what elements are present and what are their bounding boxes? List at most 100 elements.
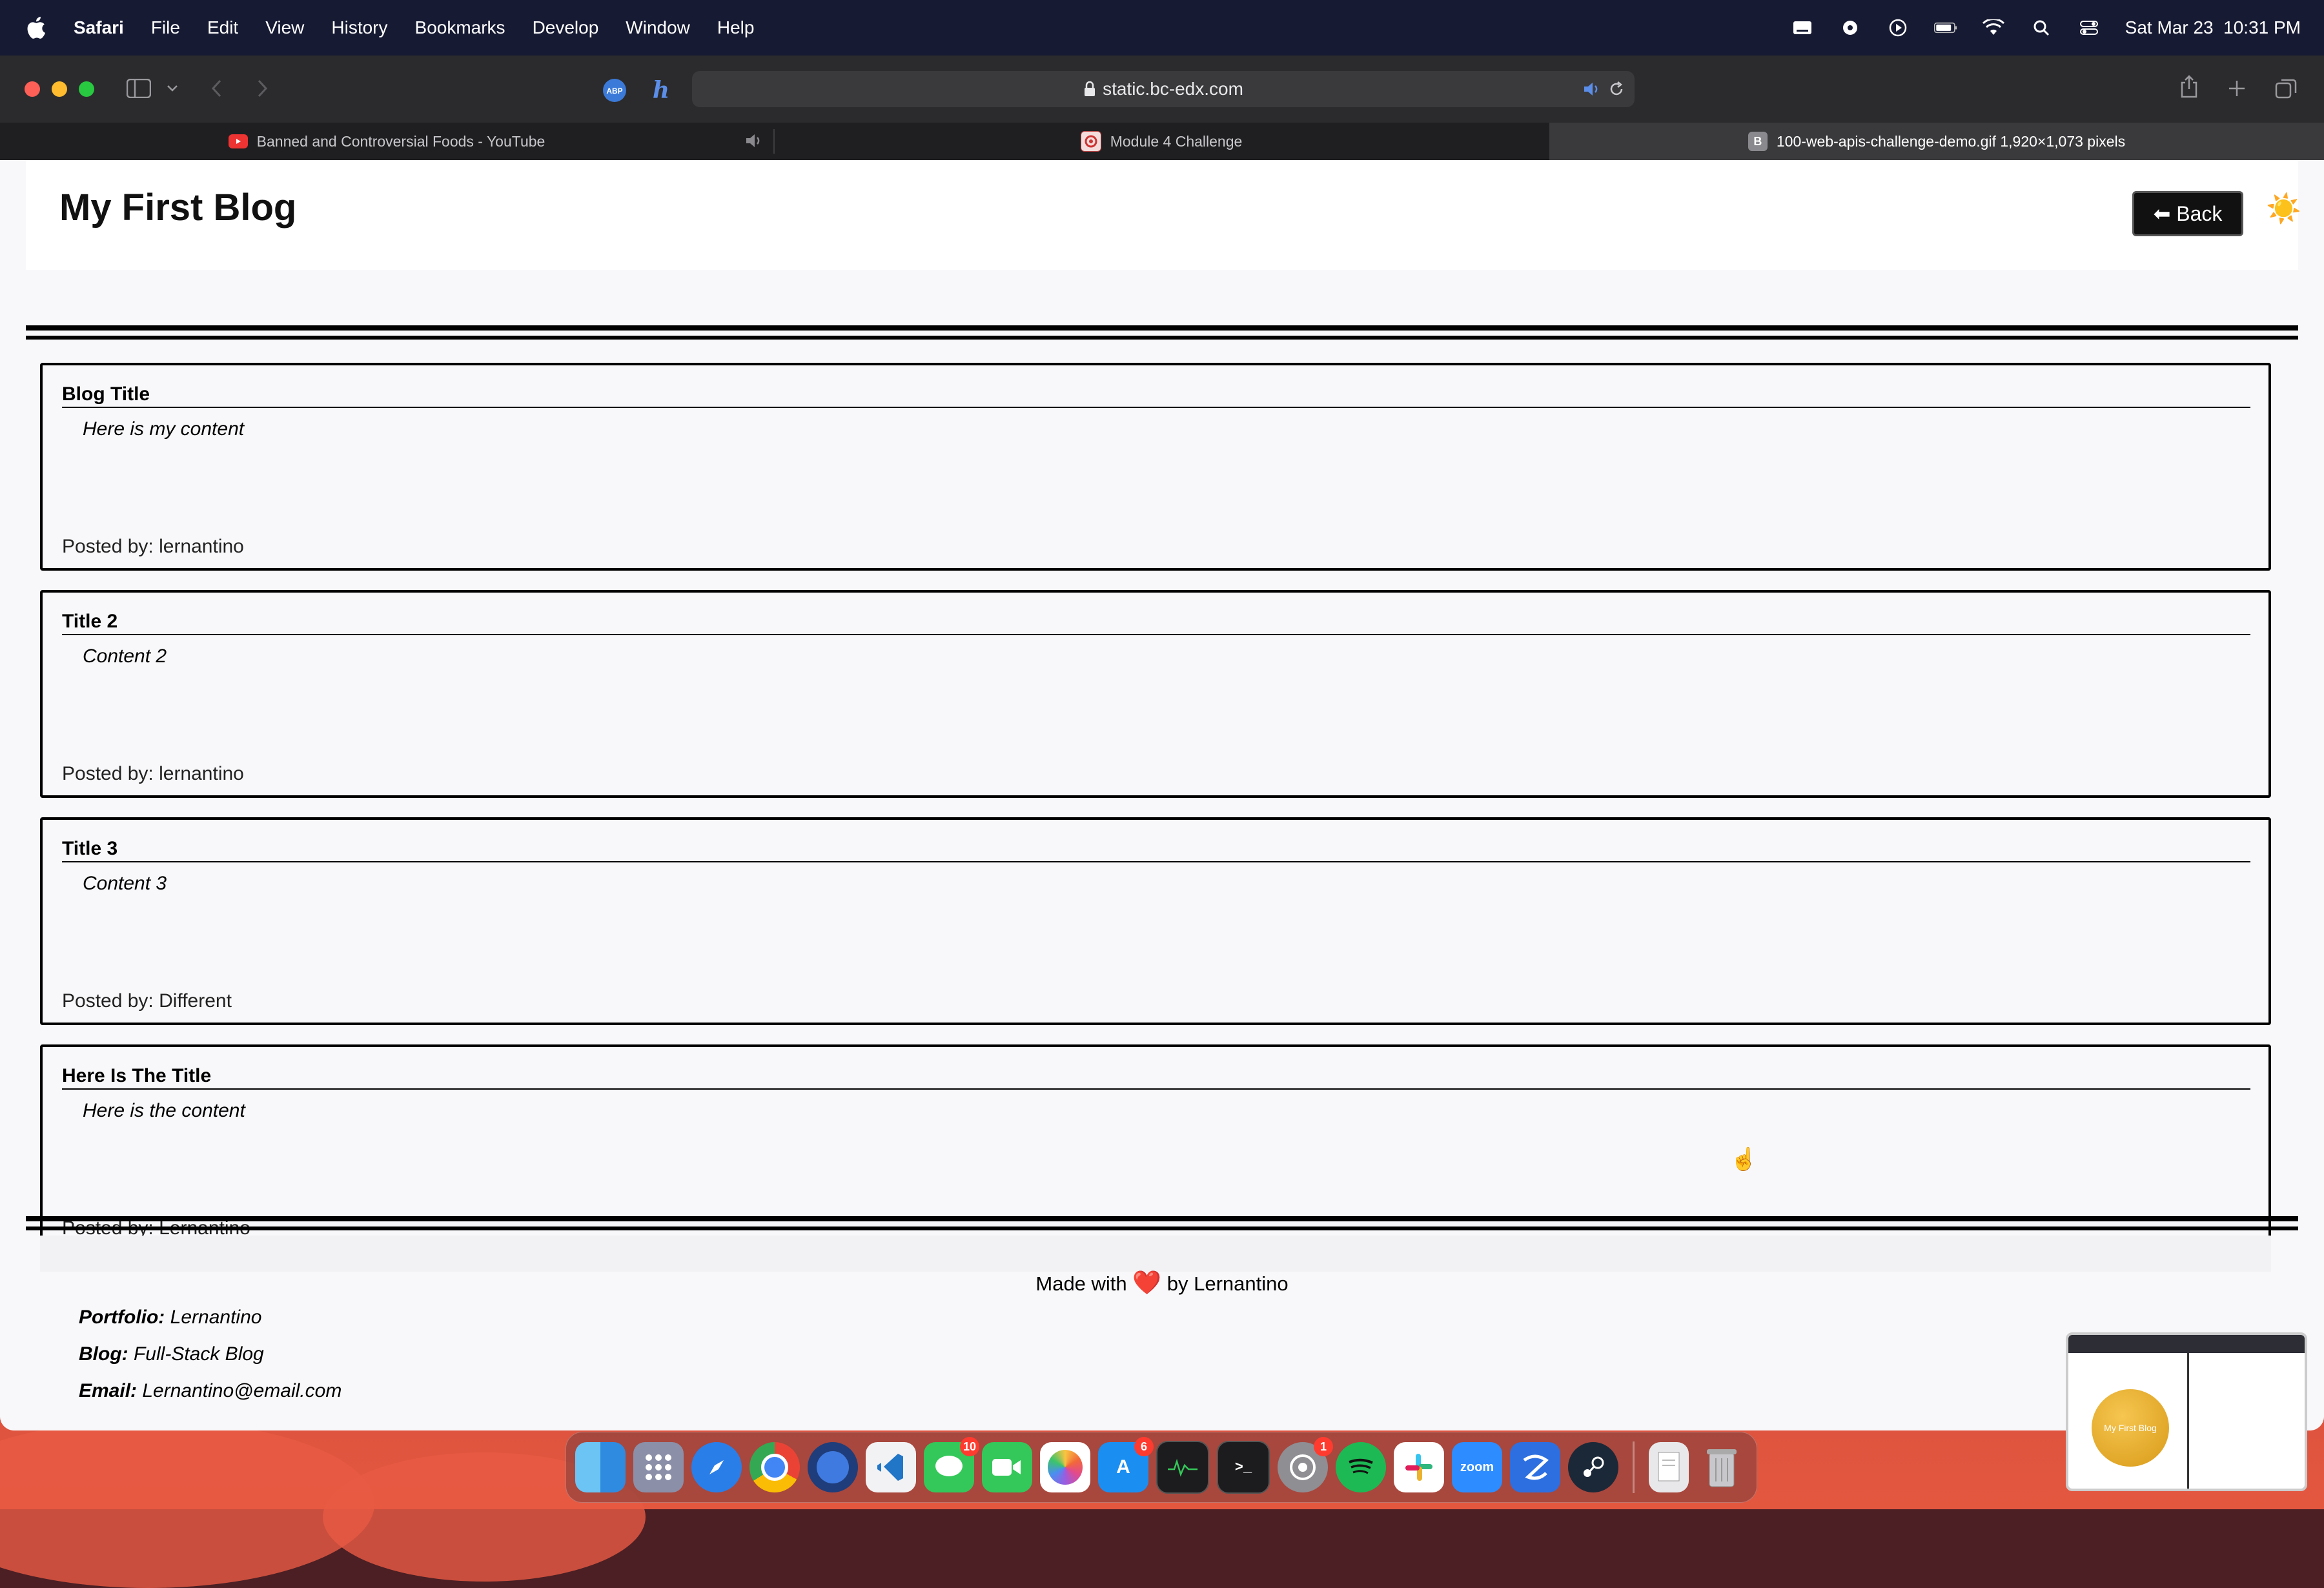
firefox-icon[interactable] xyxy=(808,1442,858,1492)
chrome-icon[interactable] xyxy=(749,1442,800,1492)
svg-text:ABP: ABP xyxy=(606,87,622,96)
post-author: Posted by: lernantino xyxy=(62,536,244,557)
chevron-down-icon[interactable] xyxy=(167,84,178,93)
post-content: Content 3 xyxy=(83,873,167,894)
header-divider xyxy=(26,325,2298,340)
menu-develop[interactable]: Develop xyxy=(533,17,599,38)
trash-icon[interactable] xyxy=(1697,1442,1747,1492)
theme-toggle-sun-icon[interactable]: ☀️ xyxy=(2266,192,2301,226)
speaker-icon[interactable] xyxy=(1583,81,1602,97)
menu-help[interactable]: Help xyxy=(717,17,755,38)
messages-badge: 10 xyxy=(960,1437,979,1456)
b-favicon-icon: B xyxy=(1748,132,1768,151)
tab-gif-demo[interactable]: B 100-web-apis-challenge-demo.gif 1,920×… xyxy=(1549,123,2324,160)
dock-separator xyxy=(1633,1441,1635,1493)
browser-toolbar: ABP h static.bc-edx.com xyxy=(0,56,2324,123)
tab-label: Banned and Controversial Foods - YouTube xyxy=(256,132,545,150)
link-value: Lernantino@email.com xyxy=(142,1380,342,1401)
menu-history[interactable]: History xyxy=(331,17,387,38)
menu-view[interactable]: View xyxy=(265,17,304,38)
minimize-window-button[interactable] xyxy=(52,81,67,97)
pdf-document-icon[interactable] xyxy=(1649,1442,1689,1492)
zoom-window-button[interactable] xyxy=(79,81,94,97)
heart-icon: ❤️ xyxy=(1132,1269,1162,1296)
post-content: Here is the content xyxy=(83,1100,245,1121)
menu-bar: Safari File Edit View History Bookmarks … xyxy=(0,0,2324,56)
post-content: Here is my content xyxy=(83,418,245,440)
vscode-icon[interactable] xyxy=(866,1442,916,1492)
bitwarden-icon[interactable] xyxy=(1510,1442,1560,1492)
page-title: My First Blog xyxy=(59,187,297,229)
wifi-icon[interactable] xyxy=(1982,18,2005,37)
zoom-icon[interactable]: zoom xyxy=(1452,1442,1502,1492)
blog-post-card: Title 3 Content 3 Posted by: Different xyxy=(40,817,2271,1025)
blog-post-card: Title 2 Content 2 Posted by: lernantino xyxy=(40,590,2271,798)
app-store-badge: 6 xyxy=(1134,1437,1154,1456)
search-icon[interactable] xyxy=(2030,18,2053,37)
steam-icon[interactable] xyxy=(1568,1442,1618,1492)
activity-monitor-icon[interactable] xyxy=(1156,1441,1209,1494)
post-title: Title 3 xyxy=(62,837,2250,862)
hand-cursor-icon: ☝ xyxy=(1730,1147,1758,1172)
keyboard-icon[interactable] xyxy=(1791,18,1814,37)
link-value: Lernantino xyxy=(170,1307,262,1328)
site-header: My First Blog ⬅ Back ☀️ xyxy=(26,160,2301,270)
settings-badge: 1 xyxy=(1314,1437,1333,1456)
share-icon[interactable] xyxy=(2179,75,2199,99)
forward-arrow-icon[interactable] xyxy=(256,79,269,98)
portfolio-link[interactable]: Portfolio: Lernantino xyxy=(79,1307,341,1328)
tab-youtube[interactable]: Banned and Controversial Foods - YouTube xyxy=(0,123,773,160)
system-settings-icon[interactable]: 1 xyxy=(1278,1437,1333,1492)
finder-icon[interactable] xyxy=(575,1442,626,1492)
reload-icon[interactable] xyxy=(1607,80,1626,98)
blog-post-list: Blog Title Here is my content Posted by:… xyxy=(40,363,2271,1272)
blog-link[interactable]: Blog: Full-Stack Blog xyxy=(79,1343,341,1365)
made-with-suffix: by Lernantino xyxy=(1167,1272,1289,1295)
app-store-icon[interactable]: A6 xyxy=(1098,1437,1154,1492)
spotify-icon[interactable] xyxy=(1336,1442,1386,1492)
adblock-icon[interactable]: ABP xyxy=(602,77,627,103)
menu-edit[interactable]: Edit xyxy=(207,17,238,38)
slack-icon[interactable] xyxy=(1394,1442,1444,1492)
battery-icon[interactable] xyxy=(1933,18,1957,37)
tab-module-4[interactable]: Module 4 Challenge xyxy=(775,123,1548,160)
url-text[interactable]: static.bc-edx.com xyxy=(1103,79,1243,99)
post-content: Content 2 xyxy=(83,646,167,667)
gear-icon[interactable] xyxy=(1839,18,1862,37)
back-button[interactable]: ⬅ Back xyxy=(2132,191,2243,236)
email-link[interactable]: Email: Lernantino@email.com xyxy=(79,1380,341,1402)
messages-icon[interactable]: 10 xyxy=(924,1437,979,1492)
menu-app-name[interactable]: Safari xyxy=(74,17,124,38)
made-with-line: Made with ❤️ by Lernantino xyxy=(0,1269,2324,1296)
menu-window[interactable]: Window xyxy=(626,17,690,38)
safari-icon[interactable] xyxy=(691,1442,742,1492)
facetime-icon[interactable] xyxy=(982,1442,1032,1492)
sidebar-icon[interactable] xyxy=(127,79,151,98)
tab-overview-icon[interactable] xyxy=(2275,77,2297,99)
launchpad-icon[interactable] xyxy=(633,1442,684,1492)
apple-icon[interactable] xyxy=(25,15,50,41)
tab-label: Module 4 Challenge xyxy=(1110,132,1243,150)
new-tab-icon[interactable] xyxy=(2227,79,2247,98)
close-window-button[interactable] xyxy=(25,81,40,97)
tab-speaker-icon[interactable] xyxy=(745,133,764,148)
menu-file[interactable]: File xyxy=(151,17,180,38)
menubar-clock[interactable]: Sat Mar 23 10:31 PM xyxy=(2125,17,2301,38)
footer-band xyxy=(40,1236,2271,1272)
post-author: Posted by: Different xyxy=(62,990,232,1012)
post-title: Here Is The Title xyxy=(62,1064,2250,1090)
made-with-prefix: Made with xyxy=(1035,1272,1127,1295)
control-center-icon[interactable] xyxy=(2077,18,2101,37)
screenshot-thumbnail[interactable]: My First Blog xyxy=(2066,1332,2307,1491)
post-author: Posted by: lernantino xyxy=(62,763,244,784)
back-arrow-icon[interactable] xyxy=(210,79,223,98)
footer-links: Portfolio: Lernantino Blog: Full-Stack B… xyxy=(79,1307,341,1417)
terminal-icon[interactable]: >_ xyxy=(1217,1441,1270,1494)
youtube-icon xyxy=(228,134,248,148)
link-label: Portfolio: xyxy=(79,1307,165,1328)
photos-icon[interactable] xyxy=(1040,1442,1090,1492)
play-icon[interactable] xyxy=(1886,18,1910,37)
address-bar[interactable]: static.bc-edx.com xyxy=(692,71,1635,107)
menu-bookmarks[interactable]: Bookmarks xyxy=(415,17,505,38)
honey-extension-icon[interactable]: h xyxy=(649,76,673,103)
